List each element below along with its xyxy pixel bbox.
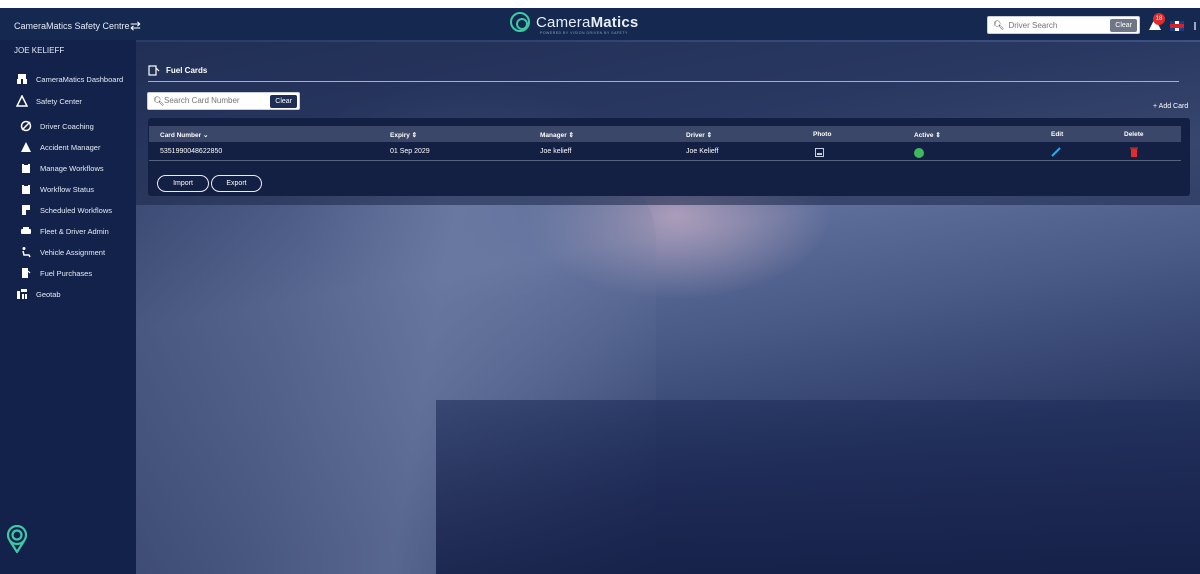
column-header-active[interactable]: Active ⇕ (914, 131, 941, 139)
menu-icon[interactable] (1194, 22, 1196, 30)
page-title-text: Fuel Cards (166, 65, 208, 75)
document-icon (22, 205, 31, 215)
delete-trash-icon[interactable] (1130, 147, 1138, 157)
cameramatics-logo-icon (510, 12, 530, 32)
app-title: CameraMatics Safety Centre (14, 21, 130, 31)
divider (148, 81, 1179, 82)
sidebar-item-accident-manager[interactable]: Accident Manager (20, 139, 100, 155)
sidebar-item-label: Scheduled Workflows (40, 205, 112, 215)
sidebar-item-workflow-status[interactable]: Workflow Status (20, 181, 94, 197)
sidebar-item-dashboard[interactable]: CameraMatics Dashboard (16, 71, 123, 87)
cell-expiry: 01 Sep 2029 (390, 148, 430, 155)
column-header-driver[interactable]: Driver ⇕ (686, 131, 712, 139)
column-header-manager[interactable]: Manager ⇕ (540, 131, 574, 139)
user-name: JOE KELIEFF (14, 46, 65, 55)
cell-manager: Joe kelieff (540, 148, 572, 155)
driver-search[interactable]: 🔍︎ Clear (987, 16, 1140, 34)
top-bar: CameraMatics Safety Centre ⇄ CameraMatic… (0, 0, 1200, 40)
import-button[interactable]: Import (157, 175, 209, 192)
column-header-delete: Delete (1124, 131, 1144, 138)
driver-search-clear-button[interactable]: Clear (1110, 19, 1137, 32)
add-card-button[interactable]: + Add Card (1153, 103, 1188, 110)
geotab-icon (17, 289, 27, 299)
table-row-divider (149, 160, 1181, 161)
column-header-card-number[interactable]: Card Number ⌄ (160, 131, 208, 139)
car-icon (21, 227, 31, 234)
column-header-expiry[interactable]: Expiry ⇕ (390, 131, 417, 139)
cameramatics-logo-icon (6, 525, 28, 553)
sidebar-item-label: Manage Workflows (40, 163, 104, 173)
sidebar-item-fuel-purchases[interactable]: Fuel Purchases (20, 265, 92, 281)
cell-card-number: 5351990048622850 (160, 148, 223, 155)
sidebar-item-label: Safety Center (36, 96, 82, 106)
sidebar-item-geotab[interactable]: Geotab (16, 286, 61, 302)
table-header (149, 126, 1181, 142)
sidebar-item-scheduled-workflows[interactable]: Scheduled Workflows (20, 202, 112, 218)
card-search[interactable]: 🔍︎ Clear (147, 92, 300, 110)
driver-seat-icon (22, 247, 31, 258)
sidebar-item-driver-coaching[interactable]: Driver Coaching (20, 118, 94, 134)
column-header-edit: Edit (1051, 131, 1064, 138)
road-warning-icon (16, 95, 28, 107)
column-header-photo: Photo (813, 131, 832, 138)
clipboard-icon (22, 163, 30, 173)
brand-name: CameraMatics (536, 13, 639, 31)
sidebar-item-safety-center[interactable]: Safety Center (16, 93, 82, 109)
fuel-icon (22, 268, 31, 278)
sidebar-item-label: Accident Manager (40, 142, 101, 152)
sidebar-item-label: Workflow Status (40, 184, 95, 194)
road-background (436, 400, 1200, 574)
sidebar-item-label: CameraMatics Dashboard (36, 74, 124, 84)
sidebar-item-label: Fuel Purchases (40, 268, 93, 278)
dashboard-icon (17, 74, 27, 84)
search-icon: 🔍︎ (153, 96, 165, 106)
sidebar-item-label: Fleet & Driver Admin (40, 226, 109, 236)
cell-driver: Joe Kelieff (686, 148, 719, 155)
brand-tagline: POWERED BY VISION DRIVEN BY SAFETY (540, 31, 628, 35)
clipboard-icon (22, 184, 30, 194)
card-search-input[interactable] (164, 96, 274, 105)
sidebar-item-label: Geotab (36, 289, 61, 299)
driver-search-input[interactable] (1008, 20, 1119, 30)
uk-flag-icon[interactable] (1170, 21, 1184, 31)
sidebar-item-label: Driver Coaching (40, 121, 94, 131)
brand-logo: CameraMatics POWERED BY VISION DRIVEN BY… (510, 12, 639, 35)
export-button[interactable]: Export (211, 175, 262, 192)
search-icon: 🔍︎ (993, 19, 1005, 30)
sidebar-item-vehicle-assignment[interactable]: Vehicle Assignment (20, 244, 105, 260)
fuel-card-icon (148, 65, 160, 76)
swap-icon[interactable]: ⇄ (130, 18, 141, 34)
active-status-indicator (914, 148, 924, 158)
card-search-clear-button[interactable]: Clear (270, 95, 297, 108)
photo-icon[interactable] (815, 148, 824, 157)
sidebar-item-manage-workflows[interactable]: Manage Workflows (20, 160, 104, 176)
alert-count-badge: 18 (1153, 13, 1165, 25)
sidebar-item-label: Vehicle Assignment (40, 247, 106, 257)
page-title: Fuel Cards (148, 64, 207, 76)
edit-pencil-icon[interactable] (1051, 147, 1061, 157)
sidebar-item-fleet-driver-admin[interactable]: Fleet & Driver Admin (20, 223, 109, 239)
steering-icon (20, 120, 32, 132)
warning-icon (21, 142, 31, 152)
